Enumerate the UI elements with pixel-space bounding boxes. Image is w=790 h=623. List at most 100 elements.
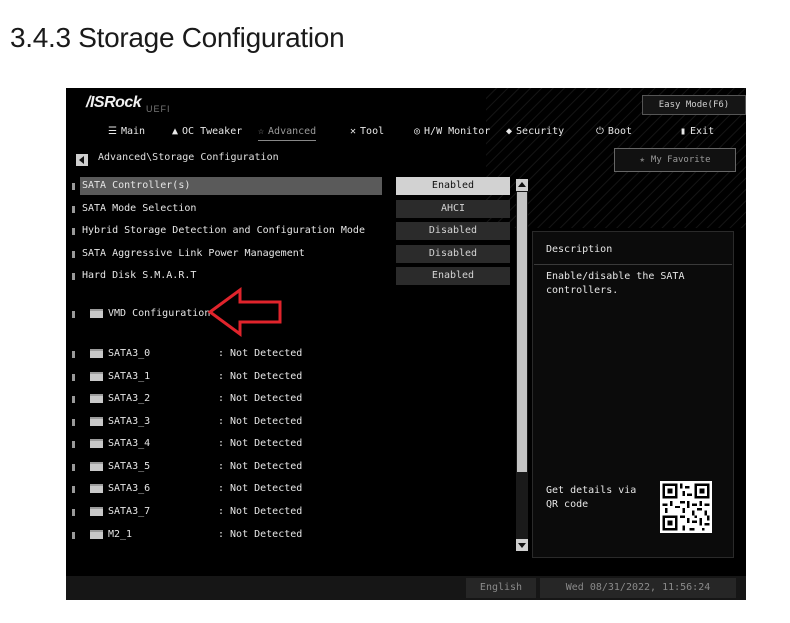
setting-label: SATA Aggressive Link Power Management [82,248,305,259]
setting-value[interactable]: Enabled [396,267,510,285]
tab-oc-tweaker[interactable]: ▲ OC Tweaker [172,123,242,141]
row-bullet [72,183,75,190]
port-item[interactable]: SATA3_4 : Not Detected [72,434,578,454]
row-bullet [72,273,75,280]
row-bullet [72,419,75,426]
port-status: : Not Detected [218,438,303,449]
folder-icon [90,349,103,358]
row-bullet [72,351,75,358]
port-name: SATA3_3 [108,416,151,427]
tab-tool-label: Tool [360,126,385,137]
setting-value[interactable]: Disabled [396,245,510,263]
row-bullet [72,486,75,493]
bios-screen: /ISRock UEFI Easy Mode(F6) ☰ Main ▲ OC Twe… [66,88,746,600]
favorite-star-icon: ★ [639,155,645,165]
row-bullet [72,464,75,471]
language-button[interactable]: English [466,578,536,598]
tab-advanced[interactable]: ☆ Advanced [258,123,317,141]
scroll-up-icon[interactable] [516,179,528,191]
easy-mode-button[interactable]: Easy Mode(F6) [642,95,746,115]
tab-main[interactable]: ☰ Main [108,123,145,141]
setting-sata-mode-selection[interactable]: SATA Mode Selection AHCI [72,199,578,219]
scrollbar-thumb[interactable] [517,192,527,472]
port-name: SATA3_0 [108,348,151,359]
folder-icon [90,394,103,403]
tab-oc-tweaker-label: OC Tweaker [182,126,243,137]
folder-icon [90,530,103,539]
setting-sata-aggressive-link-power[interactable]: SATA Aggressive Link Power Management Di… [72,244,578,264]
port-name: SATA3_6 [108,483,151,494]
port-item[interactable]: SATA3_2 : Not Detected [72,389,578,409]
port-name: SATA3_4 [108,438,151,449]
port-name: M2_1 [108,529,133,540]
setting-value[interactable]: Enabled [396,177,510,195]
my-favorite-button[interactable]: ★ My Favorite [614,148,736,172]
port-item[interactable]: SATA3_5 : Not Detected [72,457,578,477]
port-status: : Not Detected [218,348,303,359]
list-icon: ☰ [108,126,117,137]
star-icon: ☆ [258,126,265,137]
folder-icon [90,439,103,448]
port-item[interactable]: M2_1 : Not Detected [72,525,578,545]
setting-value[interactable]: AHCI [396,200,510,218]
back-arrow-icon[interactable] [76,154,88,166]
port-status: : Not Detected [218,483,303,494]
setting-hybrid-storage-detection[interactable]: Hybrid Storage Detection and Configurati… [72,221,578,241]
monitor-icon: ◎ [414,126,421,137]
setting-value[interactable]: Disabled [396,222,510,240]
setting-label: SATA Controller(s) [82,180,191,191]
row-bullet [72,532,75,539]
folder-icon [90,462,103,471]
row-bullet [72,228,75,235]
port-item[interactable]: SATA3_6 : Not Detected [72,479,578,499]
row-bullet [72,441,75,448]
port-name: SATA3_7 [108,506,151,517]
exit-icon: ▮ [680,126,687,137]
port-status: : Not Detected [218,371,303,382]
vmd-configuration-label: VMD Configuration [108,308,211,319]
scroll-down-icon[interactable] [516,539,528,551]
vmd-configuration-item[interactable]: VMD Configuration [72,304,578,324]
port-item[interactable]: SATA3_3 : Not Detected [72,412,578,432]
description-divider [534,264,732,265]
setting-sata-controllers[interactable]: SATA Controller(s) Enabled [72,176,578,196]
qr-code [660,481,712,533]
port-status: : Not Detected [218,506,303,517]
tab-security[interactable]: ◆ Security [506,123,564,141]
port-item[interactable]: SATA3_0 : Not Detected [72,344,578,364]
port-name: SATA3_2 [108,393,151,404]
document-heading: 3.4.3 Storage Configuration [10,22,345,53]
folder-icon [90,309,103,318]
tab-exit[interactable]: ▮ Exit [680,123,714,141]
tab-hw-monitor[interactable]: ◎ H/W Monitor [414,123,490,141]
shield-icon: ◆ [506,126,513,137]
rocket-icon: ▲ [172,126,179,137]
tab-exit-label: Exit [690,126,715,137]
tab-boot[interactable]: ⏻ Boot [596,123,632,141]
description-text: Enable/disable the SATA controllers. [546,271,685,296]
port-item[interactable]: SATA3_7 : Not Detected [72,502,578,522]
port-item[interactable]: SATA3_1 : Not Detected [72,367,578,387]
port-name: SATA3_1 [108,371,151,382]
annotation-arrow-icon [207,287,282,337]
row-bullet [72,396,75,403]
port-status: : Not Detected [218,393,303,404]
folder-icon [90,507,103,516]
folder-icon [90,417,103,426]
tab-hw-monitor-label: H/W Monitor [424,126,491,137]
tab-tool[interactable]: ✕ Tool [350,123,384,141]
row-bullet [72,251,75,258]
my-favorite-label: My Favorite [650,155,711,165]
uefi-label: UEFI [146,104,171,114]
port-status: : Not Detected [218,416,303,427]
asrock-logo: /ISRock [86,94,142,111]
setting-label: Hybrid Storage Detection and Configurati… [82,225,365,236]
row-bullet [72,509,75,516]
qr-caption: Get details via QR code [546,485,637,510]
tab-security-label: Security [516,126,565,137]
setting-label: SATA Mode Selection [82,203,197,214]
setting-hard-disk-smart[interactable]: Hard Disk S.M.A.R.T Enabled [72,266,578,286]
breadcrumb: Advanced\Storage Configuration [98,152,279,163]
tab-boot-label: Boot [607,126,633,137]
setting-label: Hard Disk S.M.A.R.T [82,270,197,281]
